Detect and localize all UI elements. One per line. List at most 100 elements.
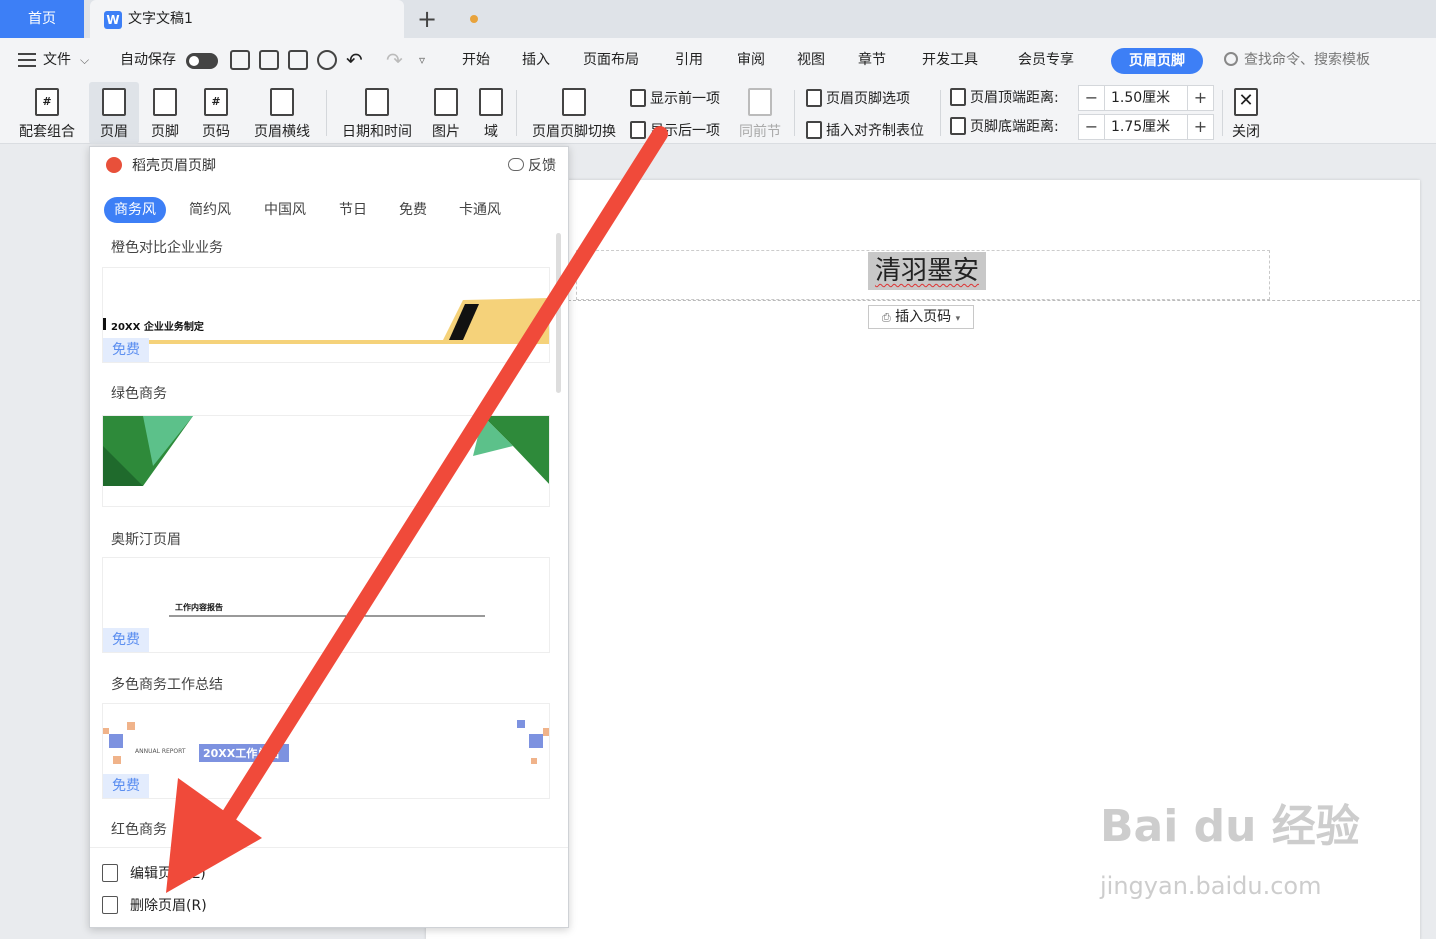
file-menu[interactable]: 文件	[43, 38, 71, 82]
template-preview-text: 工作内容报告	[175, 603, 223, 612]
category-holiday[interactable]: 节日	[339, 197, 367, 223]
bottom-distance-stepper[interactable]: − 1.75厘米 +	[1078, 114, 1214, 140]
menu-icon[interactable]	[18, 53, 36, 67]
header-boundary-line	[568, 300, 1420, 301]
undo-icon[interactable]: ↶	[346, 38, 363, 82]
menu-item-view[interactable]: 视图	[797, 38, 825, 82]
print-preview-icon[interactable]	[317, 50, 337, 70]
quick-access-more-icon[interactable]: ▿	[419, 38, 425, 82]
ribbon-divider	[1222, 90, 1223, 136]
template-card[interactable]	[102, 415, 550, 507]
header-text[interactable]: 清羽墨安	[868, 252, 986, 290]
autosave-toggle[interactable]	[186, 53, 218, 69]
insert-page-number-label: 插入页码	[895, 309, 952, 325]
increment-icon[interactable]: +	[1187, 86, 1213, 110]
page-number-icon: #	[204, 88, 228, 116]
menu-item-insert[interactable]: 插入	[522, 38, 550, 82]
options-button[interactable]: 页眉页脚选项	[806, 86, 910, 112]
edit-header-item[interactable]: 编辑页眉(E)	[102, 861, 206, 887]
search-placeholder: 查找命令、搜索模板	[1244, 52, 1370, 68]
header-line-button[interactable]: 页眉横线	[245, 82, 319, 144]
writer-doc-icon: W	[104, 11, 122, 29]
print-icon[interactable]	[288, 50, 308, 70]
panel-scrollbar[interactable]	[556, 233, 561, 393]
header-button[interactable]: 页眉	[89, 82, 139, 144]
tab-home[interactable]: 首页	[0, 0, 84, 38]
top-distance-stepper[interactable]: − 1.50厘米 +	[1078, 85, 1214, 111]
template-card[interactable]: 20XX 企业业务制定 免费	[102, 267, 550, 363]
show-prev-button[interactable]: 显示前一项	[630, 86, 720, 112]
menu-item-developer[interactable]: 开发工具	[922, 38, 978, 82]
header-icon	[102, 88, 126, 116]
command-search[interactable]: 查找命令、搜索模板	[1224, 38, 1370, 82]
menu-bar: 文件 ⌵ 自动保存 ↶ ↷ ▿ 开始 插入 页面布局 引用 审阅 视图 章节 开…	[0, 38, 1436, 82]
ribbon-divider	[794, 90, 795, 136]
footer-button[interactable]: 页脚	[142, 82, 188, 144]
feedback-button[interactable]: 反馈	[508, 147, 556, 185]
same-as-prev-icon	[748, 88, 772, 116]
category-free[interactable]: 免费	[399, 197, 427, 223]
insert-tab-stop-button[interactable]: 插入对齐制表位	[806, 118, 924, 144]
menu-item-review[interactable]: 审阅	[737, 38, 765, 82]
redo-icon[interactable]: ↷	[386, 38, 403, 82]
insert-page-number-button[interactable]: ⎙ 插入页码 ▾	[868, 305, 974, 329]
options-icon	[806, 89, 822, 107]
template-preview-text: 20XX 企业业务制定	[111, 322, 204, 333]
menu-item-member[interactable]: 会员专享	[1018, 38, 1074, 82]
datetime-label: 日期和时间	[342, 124, 412, 140]
export-pdf-icon[interactable]	[259, 50, 279, 70]
page-number-button[interactable]: # 页码	[193, 82, 239, 144]
tab-document[interactable]: W 文字文稿1	[90, 0, 478, 38]
same-as-prev-label: 同前节	[739, 124, 781, 140]
footer-label: 页脚	[151, 124, 179, 140]
combo-label: 配套组合	[19, 124, 75, 140]
category-chinese[interactable]: 中国风	[264, 197, 306, 223]
panel-title: 稻壳页眉页脚	[132, 158, 216, 174]
chevron-down-icon[interactable]: ⌵	[80, 38, 89, 82]
show-next-icon	[630, 121, 646, 139]
close-label: 关闭	[1232, 124, 1260, 140]
new-tab-button[interactable]: +	[414, 4, 440, 34]
top-distance-value[interactable]: 1.50厘米	[1111, 86, 1170, 110]
chevron-down-icon: ▾	[955, 314, 961, 324]
increment-icon[interactable]: +	[1187, 115, 1213, 139]
top-distance-label: 页眉顶端距离:	[950, 85, 1059, 111]
field-button[interactable]: 域	[474, 82, 508, 144]
close-header-footer-button[interactable]: ✕ 关闭	[1226, 82, 1266, 144]
template-preview-subtext: ANNUAL REPORT	[135, 748, 186, 755]
category-simple[interactable]: 简约风	[189, 197, 231, 223]
header-label: 页眉	[100, 124, 128, 140]
menu-item-layout[interactable]: 页面布局	[583, 38, 639, 82]
template-card[interactable]: ANNUAL REPORT 20XX工作总结 免费	[102, 703, 550, 799]
datetime-button[interactable]: 日期和时间	[338, 82, 416, 144]
delete-header-item[interactable]: 删除页眉(R)	[102, 893, 207, 919]
field-label: 域	[484, 124, 498, 140]
delete-header-icon	[102, 896, 118, 914]
bottom-distance-value[interactable]: 1.75厘米	[1111, 115, 1170, 139]
ribbon: # 配套组合 页眉 页脚 # 页码 页眉横线 日期和时间 图片 域 页眉页脚切换…	[0, 82, 1436, 144]
combo-button[interactable]: # 配套组合	[10, 82, 84, 144]
save-icon[interactable]	[230, 50, 250, 70]
category-business[interactable]: 商务风	[104, 197, 166, 223]
menu-item-section[interactable]: 章节	[858, 38, 886, 82]
switch-label: 页眉页脚切换	[532, 124, 616, 140]
picture-button[interactable]: 图片	[424, 82, 468, 144]
show-next-button[interactable]: 显示后一项	[630, 118, 720, 144]
template-card[interactable]: 工作内容报告 免费	[102, 557, 550, 653]
docer-logo-icon	[106, 157, 122, 173]
panel-divider	[90, 847, 568, 848]
ribbon-divider	[516, 90, 517, 136]
ribbon-divider	[326, 90, 327, 136]
switch-button[interactable]: 页眉页脚切换	[526, 82, 622, 144]
top-distance-icon	[950, 88, 966, 106]
menu-item-start[interactable]: 开始	[462, 38, 490, 82]
show-prev-label: 显示前一项	[650, 91, 720, 107]
decrement-icon[interactable]: −	[1079, 115, 1105, 139]
same-as-prev-button[interactable]: 同前节	[736, 82, 784, 144]
category-cartoon[interactable]: 卡通风	[459, 197, 501, 223]
decrement-icon[interactable]: −	[1079, 86, 1105, 110]
template-name: 多色商务工作总结	[111, 677, 223, 693]
free-badge: 免费	[103, 774, 149, 798]
tab-header-footer[interactable]: 页眉页脚	[1111, 48, 1203, 74]
menu-item-references[interactable]: 引用	[675, 38, 703, 82]
